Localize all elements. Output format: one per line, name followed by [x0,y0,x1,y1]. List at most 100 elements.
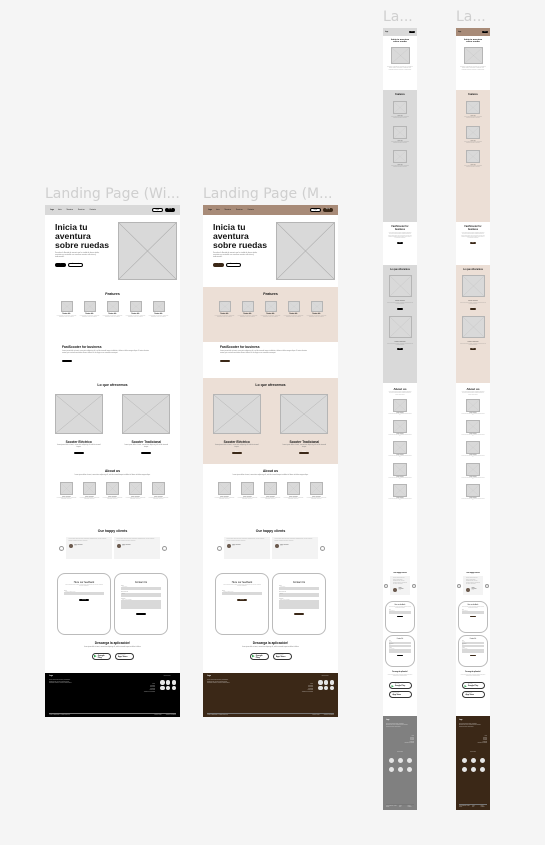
contact-submit-button[interactable]: Submit [136,612,146,615]
legal-link[interactable]: Privacy Policy [472,806,477,808]
contact-submit-button[interactable]: Submit [294,612,304,615]
footer-logo[interactable]: Logo [386,720,414,721]
footer-link[interactable]: Trabaja con nosotros [386,743,414,744]
business-button[interactable]: Button [469,242,477,245]
contact-field-input[interactable]: Email [121,593,161,597]
nav-link[interactable]: Servicios [236,210,242,211]
social-icon[interactable] [479,758,485,764]
feedback-submit-button[interactable]: Submit [79,599,89,601]
social-icon[interactable] [323,685,329,691]
arrow-right-icon[interactable]: › [485,583,489,588]
feedback-submit-button[interactable]: Submit [396,615,404,618]
footer-link[interactable]: Trabaja con nosotros [459,743,487,744]
nav-link[interactable]: Contacto [248,210,254,211]
footer-logo[interactable]: Logo [459,720,487,721]
social-icon[interactable] [397,758,403,764]
social-icon[interactable] [461,767,467,773]
nav-link[interactable]: Inicio [216,210,220,211]
social-icon[interactable] [388,767,394,773]
legal-link[interactable]: Terms & Conditions [408,806,414,808]
google-store-badge[interactable]: ▶GET IT ONGoogle Play [388,682,412,690]
business-button[interactable]: Button [396,242,404,245]
legal-link[interactable]: Privacy Policy [154,715,161,716]
business-button[interactable]: Button [62,359,72,362]
legal-link[interactable]: Terms & Conditions [324,715,334,716]
social-icon[interactable] [479,767,485,773]
contact-field-input[interactable]: Your name [279,586,319,590]
offer-card-button[interactable]: Button [231,451,242,454]
social-icon[interactable] [406,758,412,764]
apple-store-badge[interactable]: Download on theApp Store [461,691,485,699]
offer-card-button[interactable]: Button [73,451,84,454]
signup-button[interactable]: Sign up [482,31,488,33]
legal-link[interactable]: Privacy Policy [399,806,404,808]
nav-link[interactable]: Inicio [58,210,62,211]
nav-logo[interactable]: Logo [458,32,461,33]
arrow-left-icon[interactable]: ‹ [58,545,64,551]
feedback-submit-button[interactable]: Submit [469,615,477,618]
social-icon[interactable] [329,680,335,685]
social-icon[interactable] [318,680,323,685]
frame-title[interactable]: La... [456,9,486,25]
social-icon[interactable] [388,758,394,764]
hero-primary-button[interactable]: Empezar [55,262,67,267]
social-icon[interactable] [318,685,323,691]
social-icon[interactable] [397,767,403,773]
nav-link[interactable]: Contacto [90,210,96,211]
footer-link[interactable]: Trabaja con nosotros [302,692,313,694]
footer-logo[interactable]: Logo [49,676,73,677]
contact-field-input[interactable]: Email [389,645,411,648]
nav-link[interactable]: Nosotros [225,210,231,211]
offer-card-button[interactable]: Button [396,307,404,310]
apple-store-badge[interactable]: Download on theApp Store [388,691,412,699]
contact-field-input[interactable]: Write your message [389,648,411,653]
contact-field-input[interactable]: Write your message [121,599,161,609]
feedback-email-input[interactable]: email@example.com [462,611,484,614]
frame-title[interactable]: Landing Page (M... [203,186,332,202]
offer-card-button[interactable]: Button [396,348,404,350]
social-icon[interactable] [323,680,329,685]
hero-secondary-button[interactable]: Conoce más [226,262,242,267]
google-store-badge[interactable]: ▶GET IT ONGoogle Play [461,682,485,690]
social-icon[interactable] [165,680,171,685]
social-icon[interactable] [160,680,165,685]
footer-link[interactable]: Trabaja con nosotros [144,692,155,694]
social-icon[interactable] [461,758,467,764]
google-store-badge[interactable]: ▶GET IT ONGoogle Play [91,652,111,660]
feedback-email-input[interactable]: email@example.com [64,591,104,595]
contact-field-input[interactable]: Email [279,593,319,597]
nav-link[interactable]: Servicios [78,210,84,211]
footer-logo[interactable]: Logo [207,676,231,677]
social-icon[interactable] [470,767,476,773]
arrow-right-icon[interactable]: › [412,583,416,588]
hero-secondary-button[interactable]: Conoce más [68,262,84,267]
social-icon[interactable] [406,767,412,773]
social-icon[interactable] [165,685,171,691]
nav-logo[interactable]: Logo [208,210,212,211]
apple-store-badge[interactable]: Download on theApp Store [272,652,292,660]
offer-card-button[interactable]: Button [469,307,477,310]
arrow-right-icon[interactable]: › [161,545,167,551]
nav-logo[interactable]: Logo [50,210,54,211]
arrow-left-icon[interactable]: ‹ [384,583,388,588]
offer-card-button[interactable]: Button [469,348,477,350]
google-store-badge[interactable]: ▶GET IT ONGoogle Play [249,652,269,660]
social-icon[interactable] [329,685,335,691]
feedback-email-input[interactable]: email@example.com [389,611,411,614]
arrow-right-icon[interactable]: › [319,545,325,551]
signup-button[interactable]: Sign up [322,207,333,213]
business-button[interactable]: Button [220,359,230,362]
arrow-left-icon[interactable]: ‹ [216,545,222,551]
offer-card-button[interactable]: Button [299,451,310,454]
contact-field-input[interactable]: Email [462,645,484,648]
social-icon[interactable] [470,758,476,764]
contact-submit-button[interactable]: Submit [469,654,477,657]
social-icon[interactable] [171,685,177,691]
login-button[interactable]: Log in [151,207,164,213]
feedback-submit-button[interactable]: Submit [237,599,247,601]
arrow-left-icon[interactable]: ‹ [457,583,461,588]
feedback-email-input[interactable]: email@example.com [222,591,262,595]
contact-field-input[interactable]: Your name [121,586,161,590]
hero-primary-button[interactable]: Empezar [213,262,225,267]
login-button[interactable]: Log in [309,207,322,213]
